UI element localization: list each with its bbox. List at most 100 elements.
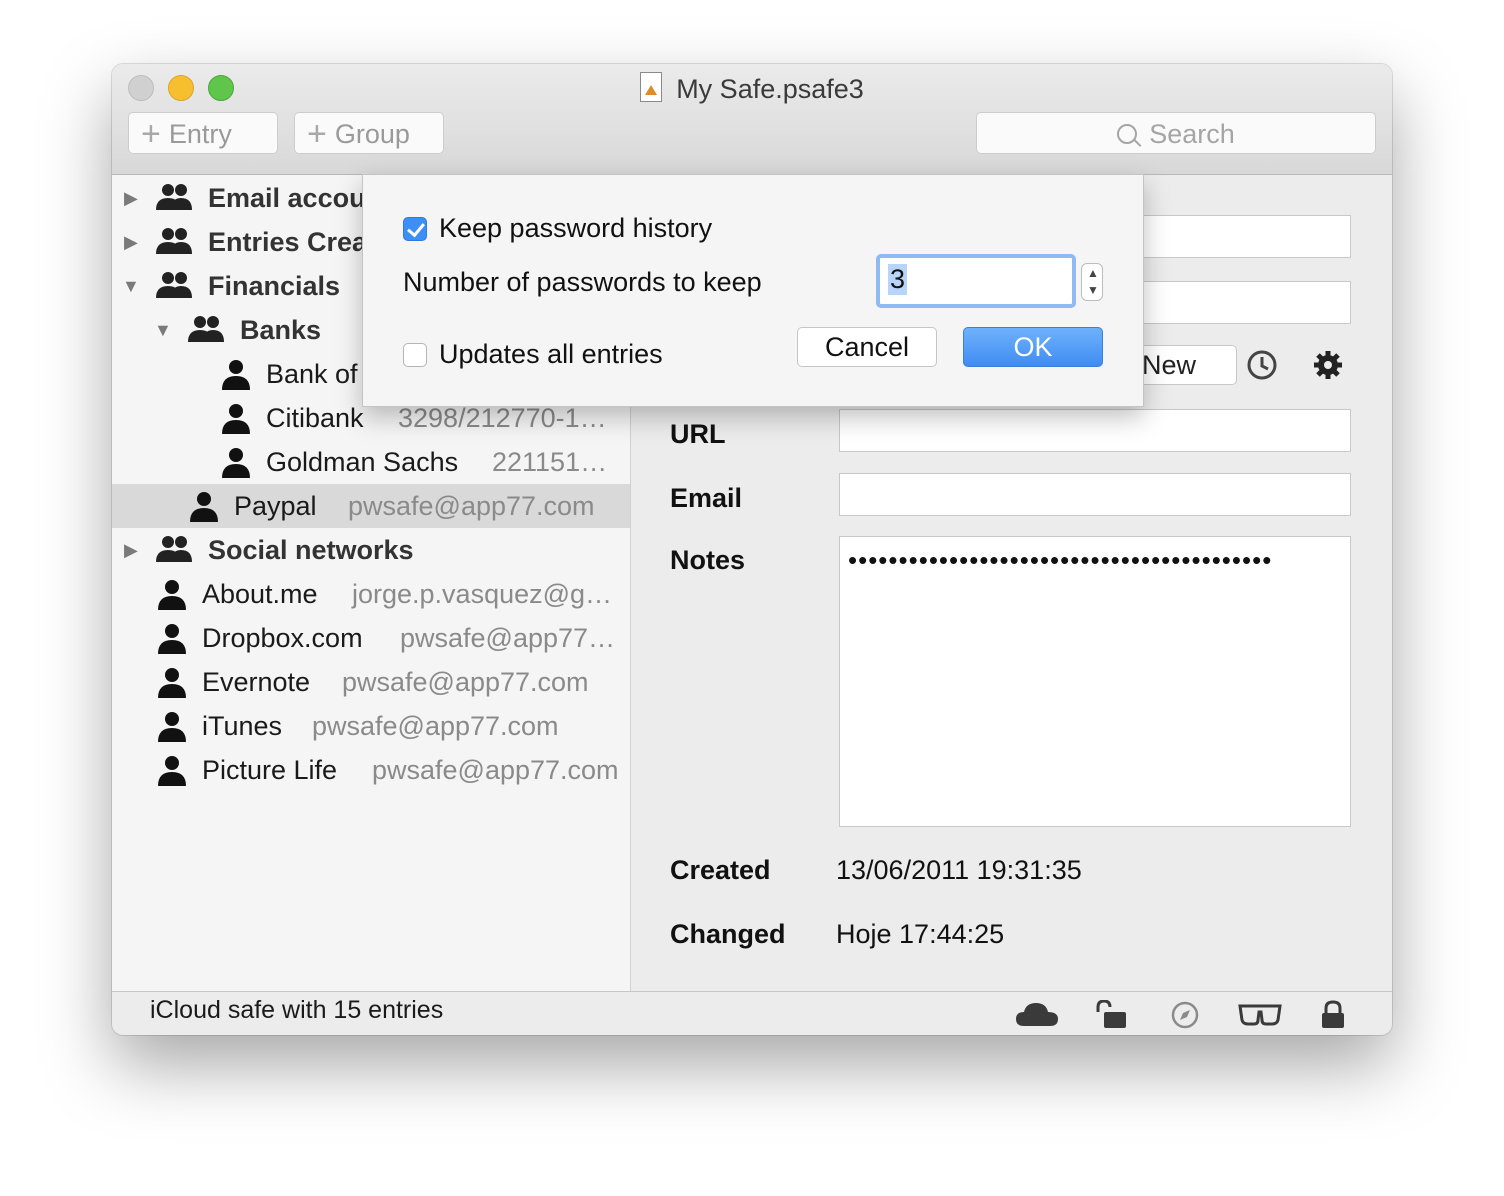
ok-label: OK — [1013, 332, 1053, 362]
group-icon — [156, 272, 192, 298]
group-label: Social networks — [208, 535, 414, 565]
add-group-button[interactable]: + Group — [294, 112, 444, 154]
person-icon — [158, 712, 186, 742]
changed-label: Changed — [670, 919, 786, 949]
tree-group-row[interactable]: ▶ Social networks — [112, 528, 630, 572]
group-icon — [188, 316, 224, 342]
entry-title: Citibank — [266, 403, 364, 433]
created-label: Created — [670, 855, 771, 885]
url-field[interactable] — [839, 409, 1351, 452]
cloud-icon[interactable] — [1014, 1000, 1060, 1028]
status-text: iCloud safe with 15 entries — [150, 996, 444, 1024]
glasses-icon[interactable] — [1238, 1000, 1282, 1028]
cancel-label: Cancel — [824, 332, 910, 362]
updates-all-label: Updates all entries — [439, 339, 663, 369]
changed-value: Hoje 17:44:25 — [836, 919, 1005, 949]
disclosure-down-icon[interactable]: ▼ — [122, 264, 140, 308]
tree-entry-row[interactable]: About.me jorge.p.vasquez@g… — [112, 572, 630, 616]
plus-icon: + — [141, 115, 161, 153]
ok-button[interactable]: OK — [963, 327, 1103, 367]
compass-icon[interactable] — [1170, 1000, 1200, 1030]
entry-title: Evernote — [202, 667, 311, 697]
entry-subtitle: pwsafe@app77.com — [342, 667, 589, 697]
group-label: Email accou — [208, 183, 366, 213]
password-history-sheet: Keep password history Number of password… — [362, 174, 1144, 407]
add-entry-label: Entry — [168, 119, 232, 149]
gear-icon[interactable] — [1311, 348, 1345, 382]
tree-entry-row[interactable]: Picture Life pwsafe@app77.com — [112, 748, 630, 792]
tree-entry-row[interactable]: Goldman Sachs 221151… — [112, 440, 630, 484]
entry-subtitle: pwsafe@app77.com — [312, 711, 559, 741]
lock-icon[interactable] — [1320, 1000, 1346, 1030]
username-field[interactable] — [1131, 281, 1351, 324]
unlock-icon[interactable] — [1094, 1000, 1130, 1030]
entry-subtitle: pwsafe@app77.com — [348, 491, 595, 521]
email-field[interactable] — [839, 473, 1351, 516]
search-icon — [1117, 124, 1138, 144]
created-value: 13/06/2011 19:31:35 — [836, 855, 1082, 885]
entry-title: Paypal — [234, 491, 317, 521]
title-field[interactable] — [1131, 215, 1351, 258]
entry-subtitle: pwsafe@app77… — [400, 623, 616, 653]
disclosure-right-icon[interactable]: ▶ — [124, 528, 138, 572]
stepper-up-icon[interactable]: ▲ — [1087, 267, 1099, 279]
document-icon — [640, 72, 663, 102]
person-icon — [158, 624, 186, 654]
entry-subtitle: 221151… — [492, 447, 608, 477]
entry-title: Goldman Sachs — [266, 447, 459, 477]
tree-entry-row[interactable]: Evernote pwsafe@app77.com — [112, 660, 630, 704]
person-icon — [158, 580, 186, 610]
number-to-keep-label: Number of passwords to keep — [403, 267, 762, 297]
entry-title: iTunes — [202, 711, 283, 741]
updates-all-checkbox[interactable] — [403, 343, 427, 367]
window-title: My Safe.psafe3 — [112, 72, 1392, 105]
tree-entry-row-selected[interactable]: Paypal pwsafe@app77.com — [112, 484, 630, 528]
entry-title: Dropbox.com — [202, 623, 363, 653]
tree-entry-row[interactable]: Dropbox.com pwsafe@app77… — [112, 616, 630, 660]
person-icon — [158, 668, 186, 698]
notes-label: Notes — [670, 545, 746, 575]
url-label: URL — [670, 419, 726, 449]
person-icon — [222, 404, 250, 434]
group-icon — [156, 184, 192, 210]
plus-icon: + — [307, 115, 327, 153]
notes-field[interactable]: ••••••••••••••••••••••••••••••••••••••••… — [839, 536, 1351, 827]
add-entry-button[interactable]: + Entry — [128, 112, 278, 154]
disclosure-right-icon[interactable]: ▶ — [124, 176, 138, 220]
new-password-button[interactable]: New — [1131, 345, 1237, 385]
group-label: Financials — [208, 271, 341, 301]
person-icon — [190, 492, 218, 522]
entry-subtitle: jorge.p.vasquez@g… — [352, 579, 613, 609]
email-label: Email — [670, 483, 743, 513]
clock-icon[interactable] — [1245, 348, 1279, 382]
notes-masked-value: ••••••••••••••••••••••••••••••••••••••••… — [848, 545, 1273, 575]
titlebar: My Safe.psafe3 + Entry + Group Search — [112, 64, 1392, 175]
person-icon — [222, 360, 250, 390]
cancel-button[interactable]: Cancel — [797, 327, 937, 367]
person-icon — [222, 448, 250, 478]
entry-title: Picture Life — [202, 755, 338, 785]
number-stepper[interactable]: ▲ ▼ — [1081, 263, 1103, 301]
stepper-down-icon[interactable]: ▼ — [1087, 284, 1099, 296]
person-icon — [158, 756, 186, 786]
status-bar: iCloud safe with 15 entries — [112, 991, 1392, 1035]
window-title-text: My Safe.psafe3 — [676, 74, 864, 104]
entry-title: About.me — [202, 579, 318, 609]
new-password-label: New — [1142, 350, 1197, 380]
group-label: Banks — [240, 315, 322, 345]
search-field[interactable]: Search — [976, 112, 1376, 154]
number-to-keep-field[interactable]: 3 — [876, 254, 1076, 308]
tree-entry-row[interactable]: iTunes pwsafe@app77.com — [112, 704, 630, 748]
search-placeholder: Search — [1149, 119, 1235, 149]
entry-subtitle: pwsafe@app77.com — [372, 755, 619, 785]
keep-history-label: Keep password history — [439, 213, 713, 243]
group-icon — [156, 228, 192, 254]
entry-title: Bank of — [266, 359, 358, 389]
disclosure-down-icon[interactable]: ▼ — [154, 308, 172, 352]
group-icon — [156, 536, 192, 562]
group-label: Entries Crea — [208, 227, 368, 257]
add-group-label: Group — [334, 119, 410, 149]
keep-history-checkbox[interactable] — [403, 217, 427, 241]
disclosure-right-icon[interactable]: ▶ — [124, 220, 138, 264]
number-to-keep-value: 3 — [888, 264, 908, 295]
